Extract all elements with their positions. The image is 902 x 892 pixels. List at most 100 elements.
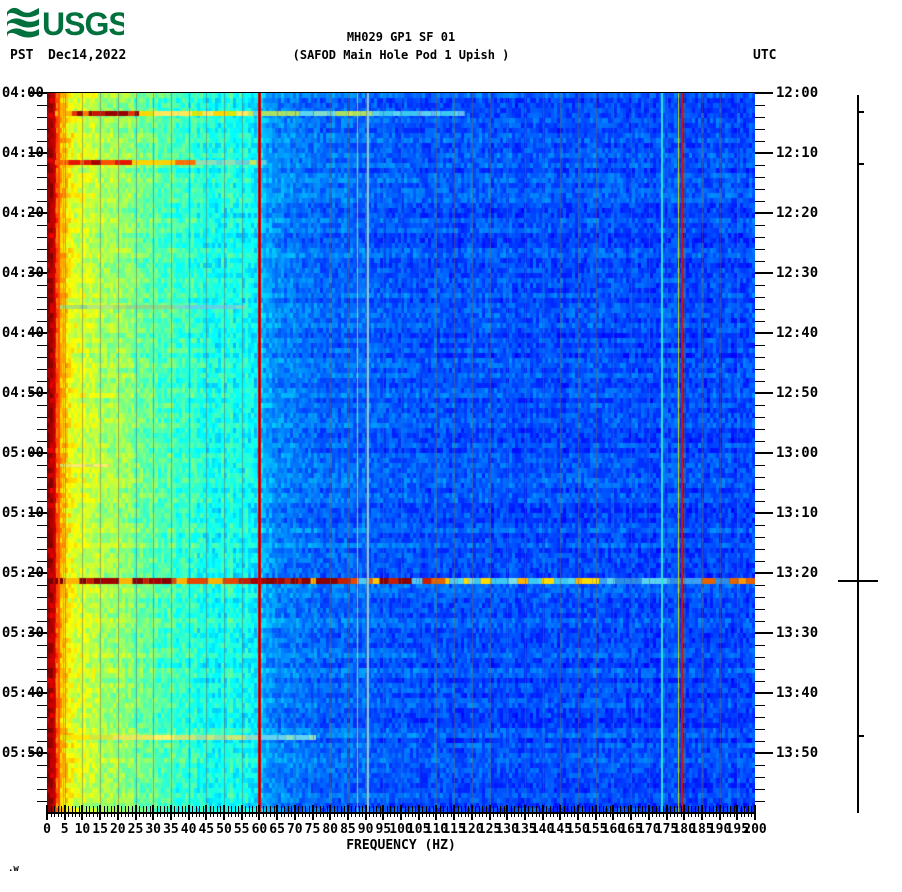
right-axis-minor-tick	[755, 525, 765, 526]
freq-minor-tick	[85, 806, 87, 817]
freq-major-tick	[665, 805, 668, 820]
freq-minor-tick	[323, 806, 325, 817]
right-axis-minor-tick	[755, 765, 765, 766]
freq-minor-tick	[482, 806, 484, 817]
freq-minor-tick	[624, 806, 626, 817]
freq-major-tick	[223, 805, 225, 820]
freq-minor-tick	[567, 806, 569, 817]
freq-minor-tick	[110, 806, 112, 817]
left-axis-minor-tick	[37, 165, 47, 166]
freq-minor-tick	[107, 806, 109, 817]
right-axis-minor-tick	[755, 225, 765, 226]
freq-major-tick	[417, 805, 420, 820]
freq-minor-tick	[308, 806, 310, 817]
left-axis-label: 05:30	[1, 625, 44, 641]
left-axis-minor-tick	[37, 609, 47, 610]
left-axis-minor-tick	[37, 237, 47, 238]
freq-minor-tick	[500, 806, 502, 817]
freq-minor-tick	[209, 806, 211, 817]
freq-minor-tick	[280, 806, 282, 817]
right-axis-major-tick	[755, 392, 773, 394]
freq-minor-tick	[397, 806, 399, 817]
freq-minor-tick	[54, 806, 56, 817]
freq-minor-tick	[287, 806, 289, 817]
freq-major-tick	[736, 805, 739, 820]
freq-major-tick	[276, 805, 279, 820]
freq-major-tick	[400, 805, 402, 820]
left-axis-minor-tick	[37, 561, 47, 562]
freq-major-tick	[116, 805, 119, 820]
event-marker-small-tick	[858, 162, 864, 165]
right-axis-minor-tick	[755, 177, 765, 178]
freq-major-tick	[346, 805, 349, 820]
event-marker-line	[857, 95, 859, 813]
freq-minor-tick	[393, 806, 395, 817]
freq-minor-tick	[464, 806, 466, 817]
freq-minor-tick	[340, 806, 342, 817]
left-axis-minor-tick	[37, 597, 47, 598]
freq-minor-tick	[121, 806, 123, 817]
freq-minor-tick	[563, 806, 565, 817]
freq-minor-tick	[199, 806, 201, 817]
right-axis-major-tick	[755, 272, 773, 274]
freq-minor-tick	[57, 806, 59, 817]
left-axis-minor-tick	[37, 417, 47, 418]
spectrogram-canvas	[47, 92, 755, 813]
left-axis-label: 05:00	[1, 445, 44, 461]
right-axis-minor-tick	[755, 729, 765, 730]
left-axis-minor-tick	[37, 429, 47, 430]
freq-minor-tick	[553, 806, 555, 817]
right-axis-minor-tick	[755, 657, 765, 658]
left-axis-minor-tick	[37, 129, 47, 130]
freq-minor-tick	[528, 806, 530, 817]
freq-major-tick	[81, 805, 84, 820]
left-axis-minor-tick	[37, 285, 47, 286]
left-axis-minor-tick	[37, 297, 47, 298]
left-axis-minor-tick	[37, 489, 47, 490]
freq-minor-tick	[712, 806, 714, 817]
freq-minor-tick	[326, 806, 328, 817]
freq-minor-tick	[531, 806, 533, 817]
date-label: Dec14,2022	[48, 48, 127, 63]
freq-minor-tick	[195, 806, 197, 817]
right-axis-minor-tick	[755, 189, 765, 190]
freq-minor-tick	[570, 806, 572, 817]
right-axis-minor-tick	[755, 537, 765, 538]
freq-minor-tick	[609, 806, 611, 817]
left-axis-minor-tick	[37, 729, 47, 730]
freq-minor-tick	[146, 806, 148, 817]
freq-minor-tick	[751, 806, 753, 817]
right-axis-major-tick	[755, 452, 773, 454]
right-timezone-label: UTC	[753, 48, 777, 63]
right-axis-minor-tick	[755, 129, 765, 130]
freq-minor-tick	[627, 806, 629, 817]
freq-minor-tick	[415, 806, 417, 817]
freq-minor-tick	[723, 806, 725, 817]
freq-minor-tick	[202, 806, 204, 817]
freq-minor-tick	[556, 806, 558, 817]
freq-minor-tick	[698, 806, 700, 817]
left-axis-minor-tick	[37, 801, 47, 802]
left-axis-minor-tick	[37, 261, 47, 262]
freq-minor-tick	[149, 806, 151, 817]
freq-minor-tick	[227, 806, 229, 817]
right-axis-major-tick	[755, 92, 773, 94]
freq-minor-tick	[298, 806, 300, 817]
freq-minor-tick	[680, 806, 682, 817]
right-axis-minor-tick	[755, 321, 765, 322]
right-axis-major-tick	[755, 212, 773, 214]
freq-major-tick	[577, 805, 579, 820]
left-axis-minor-tick	[37, 681, 47, 682]
freq-major-tick	[523, 805, 526, 820]
right-axis-minor-tick	[755, 801, 765, 802]
left-timezone-label: PST	[10, 48, 34, 63]
freq-minor-tick	[128, 806, 130, 817]
left-axis-minor-tick	[37, 549, 47, 550]
freq-minor-tick	[620, 806, 622, 817]
freq-minor-tick	[305, 806, 307, 817]
left-axis-minor-tick	[37, 309, 47, 310]
freq-major-tick	[152, 805, 155, 820]
freq-minor-tick	[691, 806, 693, 817]
left-axis-label: 04:00	[1, 85, 44, 101]
freq-minor-tick	[273, 806, 275, 817]
